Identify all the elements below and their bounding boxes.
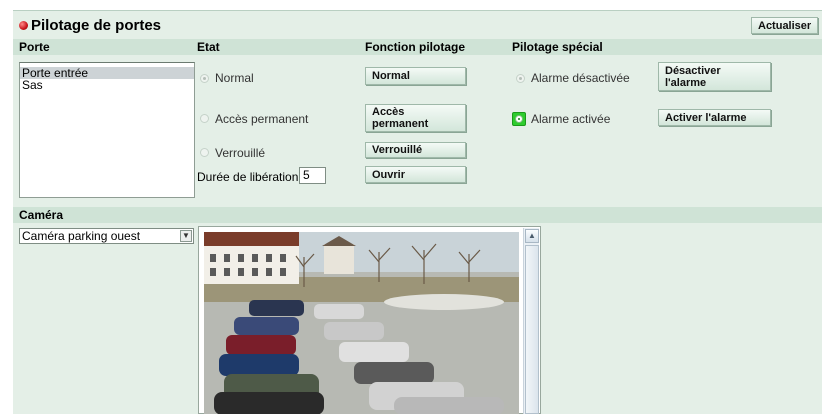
function-permanent-button[interactable]: Accès permanent bbox=[365, 104, 466, 132]
page-title: Pilotage de portes bbox=[19, 17, 161, 34]
disable-alarm-line2: l'alarme bbox=[665, 76, 707, 89]
parking-lot-image bbox=[204, 232, 519, 414]
header-porte: Porte bbox=[19, 40, 50, 54]
state-locked-radio bbox=[200, 148, 209, 157]
camera-feed-image bbox=[204, 232, 519, 414]
alarm-off-indicator bbox=[516, 74, 525, 83]
state-permanent-label: Accès permanent bbox=[215, 112, 309, 126]
disable-alarm-button[interactable]: Désactiver l'alarme bbox=[658, 62, 771, 91]
release-duration-label: Durée de libération bbox=[197, 170, 299, 184]
camera-header-bar bbox=[13, 207, 822, 223]
door-list-item[interactable]: Sas bbox=[20, 79, 194, 91]
scroll-up-arrow-icon[interactable]: ▲ bbox=[525, 229, 539, 243]
function-permanent-line1: Accès bbox=[372, 106, 405, 118]
alarm-off-label: Alarme désactivée bbox=[531, 71, 630, 85]
disable-alarm-line1: Désactiver bbox=[665, 64, 721, 77]
state-locked-label: Verrouillé bbox=[215, 146, 266, 160]
camera-view-frame bbox=[198, 226, 541, 414]
function-permanent-line2: permanent bbox=[372, 118, 429, 130]
state-normal-label: Normal bbox=[215, 71, 254, 85]
function-open-button[interactable]: Ouvrir bbox=[365, 166, 466, 183]
function-normal-button[interactable]: Normal bbox=[365, 67, 466, 85]
header-etat: Etat bbox=[197, 40, 220, 54]
red-bullet-icon bbox=[19, 21, 28, 30]
alarm-on-label: Alarme activée bbox=[531, 112, 611, 126]
function-locked-button[interactable]: Verrouillé bbox=[365, 142, 466, 158]
release-duration-input[interactable]: 5 bbox=[299, 167, 326, 184]
door-list-item[interactable]: Porte entrée bbox=[20, 67, 194, 79]
state-normal-radio bbox=[200, 74, 209, 83]
door-list[interactable]: Porte entrée Sas bbox=[19, 62, 195, 198]
camera-scrollbar[interactable]: ▲ bbox=[523, 228, 539, 414]
chevron-down-icon[interactable]: ▼ bbox=[180, 230, 192, 242]
enable-alarm-button[interactable]: Activer l'alarme bbox=[658, 109, 771, 126]
header-fonction-pilotage: Fonction pilotage bbox=[365, 40, 465, 54]
scroll-thumb[interactable] bbox=[525, 245, 539, 414]
refresh-button[interactable]: Actualiser bbox=[751, 17, 819, 34]
door-label: Sas bbox=[22, 78, 43, 92]
page-title-text: Pilotage de portes bbox=[31, 17, 162, 34]
alarm-on-indicator-icon bbox=[512, 112, 526, 126]
state-permanent-radio bbox=[200, 114, 209, 123]
camera-section-title: Caméra bbox=[19, 208, 64, 222]
camera-select-value: Caméra parking ouest bbox=[22, 229, 141, 243]
camera-select[interactable]: Caméra parking ouest ▼ bbox=[19, 228, 194, 244]
header-pilotage-special: Pilotage spécial bbox=[512, 40, 603, 54]
